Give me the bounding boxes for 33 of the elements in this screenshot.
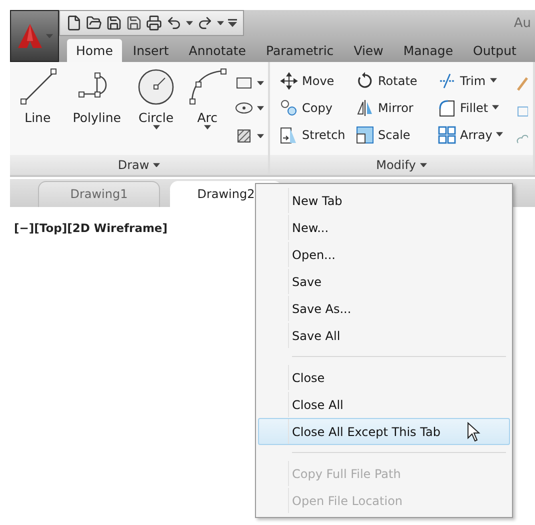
viewport-label[interactable]: [−][Top][2D Wireframe] (14, 221, 168, 235)
menu-item[interactable]: Save (258, 268, 510, 295)
menu-item[interactable]: Close All (258, 391, 510, 418)
panel-title[interactable]: Draw (10, 155, 268, 175)
modify-tool-button[interactable]: Mirror (356, 98, 438, 116)
modify-tool-button[interactable]: Trim (438, 72, 512, 90)
document-tab[interactable]: Drawing1 (38, 181, 160, 207)
menu-item[interactable]: Open... (258, 241, 510, 268)
menu-item[interactable]: New... (258, 214, 510, 241)
menu-item[interactable]: Save All (258, 322, 510, 349)
menu-item[interactable]: Save As... (258, 295, 510, 322)
draw-tool-button[interactable]: Circle (132, 66, 180, 155)
ribbon-tab[interactable]: Annotate (180, 39, 255, 62)
draw-tool-button[interactable]: Arc (184, 66, 232, 155)
ribbon-tab[interactable]: Insert (124, 39, 178, 62)
panel-title[interactable]: Modify (270, 155, 533, 175)
ribbon-tab[interactable]: Output (464, 39, 526, 62)
modify-tool-button[interactable]: Copy (280, 98, 356, 116)
menu-item[interactable]: Close All Except This Tab (258, 418, 510, 445)
modify-tool-button[interactable]: Fillet (438, 98, 512, 116)
modify-tool-button[interactable]: Scale (356, 126, 438, 144)
modify-tool-button[interactable]: Rotate (356, 72, 438, 90)
menu-item[interactable]: Close (258, 364, 510, 391)
ribbon-tab[interactable]: View (344, 39, 392, 62)
draw-tool-button[interactable]: Polyline (65, 66, 128, 155)
modify-tool-button[interactable]: Array (438, 126, 512, 144)
modify-tool-button[interactable]: Move (280, 72, 356, 90)
modify-tool-button[interactable]: Stretch (280, 126, 356, 144)
draw-tool-button[interactable]: Line (14, 66, 62, 155)
window-title: Au (514, 16, 532, 30)
ribbon-tab[interactable]: Parametric (256, 39, 343, 62)
ribbon-tab[interactable]: Manage (394, 39, 462, 62)
ribbon-tab[interactable]: Home (67, 39, 122, 62)
